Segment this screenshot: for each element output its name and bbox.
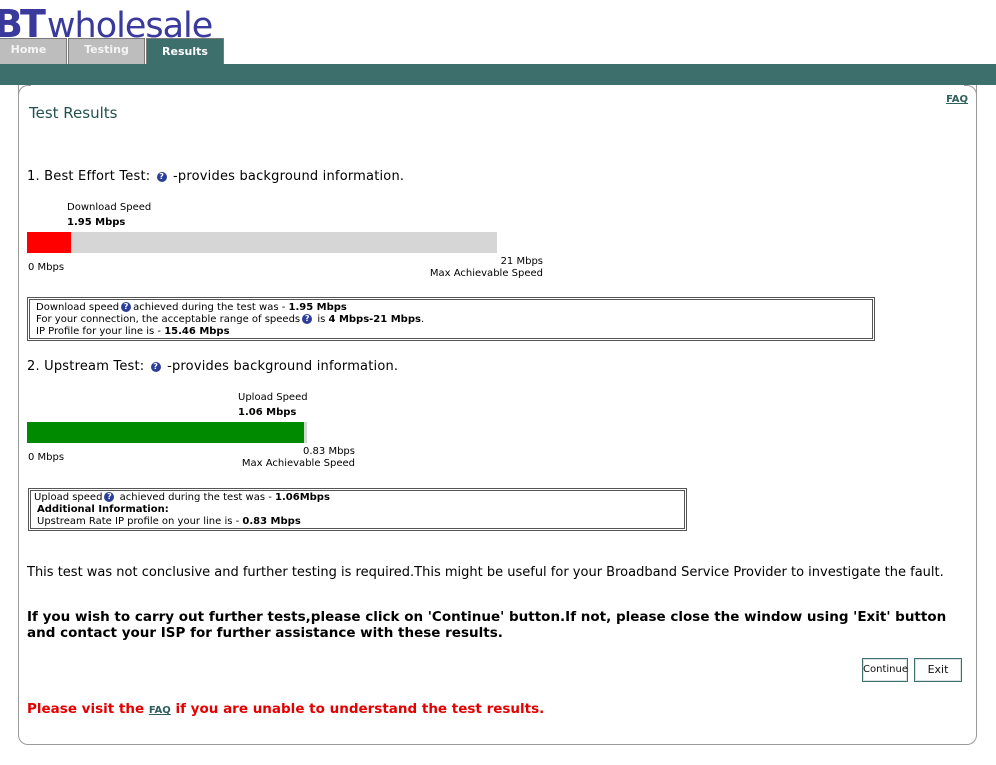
upstream-heading: 2. Upstream Test: ? -provides background…	[27, 359, 398, 374]
download-info-line-2: For your connection, the acceptable rang…	[36, 314, 866, 326]
upload-speed-value: 1.06 Mbps	[238, 407, 297, 418]
download-info-line-1-value: 1.95 Mbps	[288, 302, 347, 313]
header-bar	[0, 64, 996, 85]
faq-notice-prefix: Please visit the	[27, 701, 149, 717]
upload-info-line-3: Upstream Rate IP profile on your line is…	[34, 516, 681, 528]
best-effort-heading-text: 1. Best Effort Test:	[27, 169, 151, 184]
page-title: Test Results	[29, 104, 118, 122]
faq-link[interactable]: FAQ	[946, 94, 968, 105]
download-max-value: 21 Mbps	[500, 256, 543, 267]
download-speed-value: 1.95 Mbps	[67, 217, 126, 228]
upload-speed-track	[27, 422, 307, 443]
tab-testing[interactable]: Testing	[68, 38, 145, 64]
download-min-label: 0 Mbps	[28, 262, 65, 273]
download-info-line-1-prefix: Download speed	[36, 302, 120, 313]
tab-results[interactable]: Results	[146, 38, 224, 64]
instruction-text: If you wish to carry out further tests,p…	[27, 609, 947, 641]
download-info-line-3-prefix: IP Profile for your line is -	[36, 326, 165, 337]
download-info-line-2-prefix: For your connection, the acceptable rang…	[36, 314, 301, 325]
help-icon[interactable]: ?	[302, 314, 313, 324]
best-effort-heading-suffix: -provides background information.	[173, 169, 405, 184]
upstream-heading-suffix: -provides background information.	[167, 359, 399, 374]
help-icon[interactable]: ?	[150, 361, 161, 372]
download-speed-fill	[27, 232, 71, 253]
upload-info-line-1-prefix: Upload speed	[34, 492, 103, 503]
download-info-line-1-mid: achieved during the test was -	[133, 302, 289, 313]
continue-button[interactable]: Continue	[862, 658, 908, 682]
download-info-box: Download speed? achieved during the test …	[27, 297, 875, 341]
download-speed-track	[27, 232, 497, 253]
upload-max-value: 0.83 Mbps	[303, 446, 355, 457]
exit-button[interactable]: Exit	[914, 658, 962, 682]
upload-speed-fill	[27, 422, 305, 443]
download-max-label: Max Achievable Speed	[429, 268, 543, 279]
results-panel: FAQ Test Results 1. Best Effort Test: ? …	[18, 85, 977, 745]
conclusion-text: This test was not conclusive and further…	[27, 565, 944, 580]
faq-notice: Please visit the FAQ if you are unable t…	[27, 701, 544, 717]
faq-notice-suffix: if you are unable to understand the test…	[170, 701, 545, 717]
upload-info-line-3-prefix: Upstream Rate IP profile on your line is…	[37, 516, 243, 527]
help-icon[interactable]: ?	[121, 302, 132, 312]
help-icon[interactable]: ?	[156, 171, 167, 182]
upload-info-box: Upload speed? achieved during the test w…	[28, 488, 687, 531]
download-info-line-2-mid: is	[314, 314, 329, 325]
upload-info-line-2: Additional Information:	[37, 504, 169, 515]
help-icon[interactable]: ?	[104, 492, 115, 502]
upstream-heading-text: 2. Upstream Test:	[27, 359, 145, 374]
best-effort-heading: 1. Best Effort Test: ? -provides backgro…	[27, 169, 404, 184]
download-speed-label: Download Speed	[67, 202, 152, 213]
upload-max-label: Max Achievable Speed	[241, 458, 355, 469]
download-info-line-3-value: 15.46 Mbps	[164, 326, 230, 337]
download-info-line-2-suffix: .	[420, 314, 425, 325]
upload-info-line-1-value: 1.06Mbps	[275, 492, 330, 503]
download-info-line-1: Download speed? achieved during the test …	[36, 302, 866, 314]
bt-wholesale-logo: BT wholesale	[0, 2, 213, 46]
upload-speed-label: Upload Speed	[238, 392, 308, 403]
download-info-line-3: IP Profile for your line is - 15.46 Mbps	[36, 326, 866, 338]
download-info-line-2-value: 4 Mbps-21 Mbps	[328, 314, 421, 325]
upload-info-line-1-mid: achieved during the test was -	[116, 492, 276, 503]
faq-inline-link[interactable]: FAQ	[149, 705, 171, 716]
tab-home[interactable]: Home	[0, 38, 67, 64]
upload-min-label: 0 Mbps	[28, 452, 65, 463]
upload-info-line-1: Upload speed? achieved during the test w…	[34, 492, 681, 504]
upload-info-line-3-value: 0.83 Mbps	[242, 516, 301, 527]
